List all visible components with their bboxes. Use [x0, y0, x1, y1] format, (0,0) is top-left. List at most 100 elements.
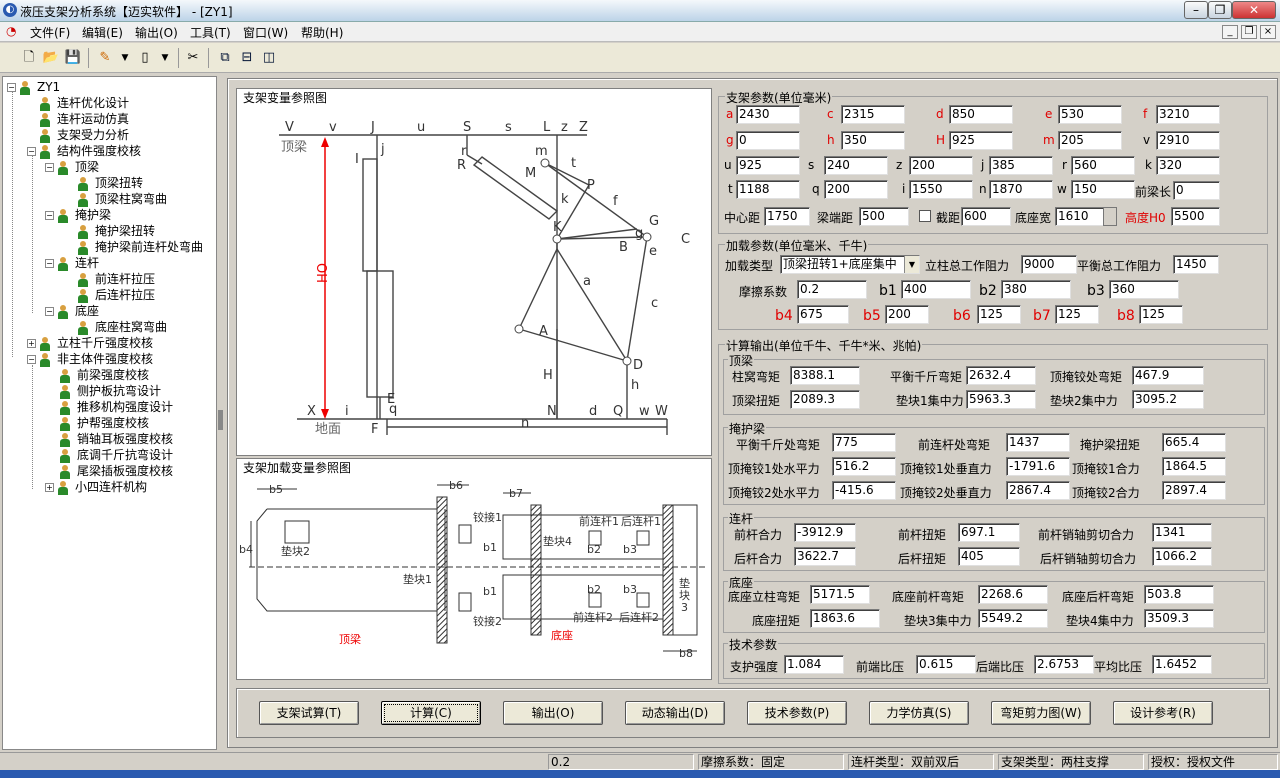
mdi-close-button[interactable]: × [1260, 25, 1276, 39]
tree-item[interactable]: 顶梁扭转 [77, 175, 143, 191]
hinge1-horizontal[interactable]: 516.2 [832, 457, 896, 476]
balance-jack-moment[interactable]: 2632.4 [966, 366, 1036, 385]
cascade-icon[interactable]: ⧉ [216, 49, 234, 67]
tree-item[interactable]: 连杆优化设计 [39, 95, 129, 111]
tree-item[interactable]: 掩护梁前连杆处弯曲 [77, 239, 203, 255]
dynamic-output-button[interactable]: 动态输出(D) [625, 701, 725, 725]
b5-input[interactable]: 200 [885, 305, 929, 324]
hinge2-resultant[interactable]: 2897.4 [1162, 481, 1226, 500]
mdi-restore-button[interactable]: ❐ [1241, 25, 1257, 39]
tech-params-button[interactable]: 技术参数(P) [747, 701, 847, 725]
front-pressure[interactable]: 0.615 [916, 655, 976, 674]
param-k-input[interactable]: 320 [1156, 156, 1220, 175]
param-t-input[interactable]: 1188 [736, 180, 800, 199]
menu-app-icon[interactable]: ◔ [6, 24, 16, 38]
tree-item[interactable]: 前连杆拉压 [77, 271, 155, 287]
pad2-force[interactable]: 3095.2 [1132, 390, 1204, 409]
tree-item[interactable]: 销轴耳板强度校核 [59, 431, 173, 447]
param-q-input[interactable]: 200 [824, 180, 888, 199]
tools-icon[interactable]: ✂ [184, 49, 202, 67]
menu-window[interactable]: 窗口(W) [243, 24, 288, 41]
tile-horizontal-icon[interactable]: ⊟ [238, 49, 256, 67]
rear-link-force[interactable]: 3622.7 [794, 547, 856, 566]
param-f-input[interactable]: 3210 [1156, 105, 1220, 124]
pad3-force[interactable]: 5549.2 [978, 609, 1048, 628]
load-type-select[interactable]: 顶梁扭转1+底座集中 ▼ [780, 255, 920, 274]
tree-item[interactable]: − 底座 [45, 303, 99, 319]
tree-item[interactable]: 掩护梁扭转 [77, 223, 155, 239]
tree-item[interactable]: 侧护板抗弯设计 [59, 383, 161, 399]
tree-item[interactable]: − 顶梁 [45, 159, 99, 175]
b2-input[interactable]: 380 [1001, 280, 1071, 299]
front-link-torque[interactable]: 697.1 [958, 523, 1020, 542]
tree-item[interactable]: 后连杆拉压 [77, 287, 155, 303]
b8-input[interactable]: 125 [1139, 305, 1183, 324]
rear-pressure[interactable]: 2.6753 [1034, 655, 1094, 674]
param-base-width-input[interactable]: 1610 [1055, 207, 1105, 226]
param-h-input[interactable]: 350 [841, 131, 905, 150]
hinge1-vertical[interactable]: -1791.6 [1006, 457, 1070, 476]
maximize-button[interactable]: ❐ [1208, 1, 1232, 19]
pad1-force[interactable]: 5963.3 [966, 390, 1036, 409]
minimize-button[interactable]: – [1184, 1, 1208, 19]
param-e-input[interactable]: 530 [1058, 105, 1122, 124]
base-front-link-moment[interactable]: 2268.6 [978, 585, 1048, 604]
param-center-distance-input[interactable]: 1750 [764, 207, 810, 226]
menu-file[interactable]: 文件(F) [30, 24, 70, 41]
param-c-input[interactable]: 2315 [841, 105, 905, 124]
param-front-beam-input[interactable]: 0 [1173, 181, 1220, 200]
rear-link-torque[interactable]: 405 [958, 547, 1020, 566]
base-column-moment[interactable]: 5171.5 [810, 585, 870, 604]
friction-input[interactable]: 0.2 [797, 280, 867, 299]
wand-icon[interactable]: ✎ [96, 49, 114, 67]
open-folder-icon[interactable]: 📂 [42, 49, 60, 67]
hinge-moment[interactable]: 467.9 [1132, 366, 1204, 385]
param-g-input[interactable]: 0 [736, 131, 800, 150]
tree-item[interactable]: − 结构件强度校核 [27, 143, 141, 159]
tree-item[interactable]: 护帮强度校核 [59, 415, 149, 431]
calc-button[interactable]: 计算(C) [381, 701, 481, 725]
param-v-input[interactable]: 2910 [1156, 131, 1220, 150]
b4-input[interactable]: 675 [797, 305, 849, 324]
param-n-input[interactable]: 1870 [989, 180, 1053, 199]
wand-dropdown-icon[interactable]: ▼ [116, 49, 134, 67]
front-pin-shear[interactable]: 1341 [1152, 523, 1212, 542]
tree-root[interactable]: − ZY1 [7, 79, 60, 95]
tree-item[interactable]: 连杆运动仿真 [39, 111, 129, 127]
base-torque[interactable]: 1863.6 [810, 609, 880, 628]
tree-item[interactable]: 底调千斤抗弯设计 [59, 447, 173, 463]
shield-front-link-moment[interactable]: 1437 [1006, 433, 1070, 452]
hinge1-resultant[interactable]: 1864.5 [1162, 457, 1226, 476]
param-m-input[interactable]: 205 [1058, 131, 1122, 150]
tree-item[interactable]: 底座柱窝弯曲 [77, 319, 167, 335]
param-d-input[interactable]: 850 [949, 105, 1013, 124]
param-height-input[interactable]: 5500 [1171, 207, 1220, 226]
b3-input[interactable]: 360 [1109, 280, 1179, 299]
param-z-input[interactable]: 200 [909, 156, 973, 175]
balance-resistance-input[interactable]: 1450 [1173, 255, 1219, 274]
support-strength[interactable]: 1.084 [784, 655, 844, 674]
param-beam-end-input[interactable]: 500 [859, 207, 909, 226]
average-pressure[interactable]: 1.6452 [1152, 655, 1212, 674]
tree-item[interactable]: + 立柱千斤强度校核 [27, 335, 153, 351]
param-H-input[interactable]: 925 [949, 131, 1013, 150]
tree-item[interactable]: − 非主体件强度校核 [27, 351, 153, 367]
tree-item[interactable]: + 小四连杆机构 [45, 479, 147, 495]
base-rear-link-moment[interactable]: 503.8 [1144, 585, 1214, 604]
tree-item[interactable]: 前梁强度校核 [59, 367, 149, 383]
document-icon[interactable]: ▯ [136, 49, 154, 67]
tree-item[interactable]: − 掩护梁 [45, 207, 111, 223]
column-resistance-input[interactable]: 9000 [1021, 255, 1077, 274]
new-file-icon[interactable]: 🗋 [20, 49, 38, 67]
tree-item[interactable]: 顶梁柱窝弯曲 [77, 191, 167, 207]
param-s-input[interactable]: 240 [824, 156, 888, 175]
tree-item[interactable]: 尾梁插板强度校核 [59, 463, 173, 479]
hinge2-vertical[interactable]: 2867.4 [1006, 481, 1070, 500]
b6-input[interactable]: 125 [977, 305, 1021, 324]
tile-vertical-icon[interactable]: ◫ [260, 49, 278, 67]
menu-output[interactable]: 输出(O) [135, 24, 178, 41]
base-width-spin[interactable] [1103, 207, 1117, 226]
shield-balance-moment[interactable]: 775 [832, 433, 896, 452]
chevron-down-icon[interactable]: ▼ [904, 256, 919, 273]
mdi-minimize-button[interactable]: _ [1222, 25, 1238, 39]
